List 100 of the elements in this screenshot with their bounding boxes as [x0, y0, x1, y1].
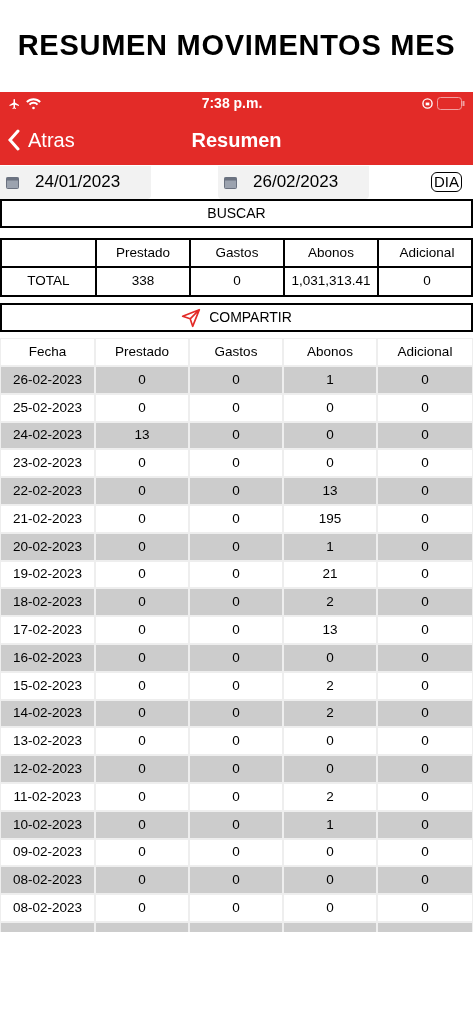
back-button[interactable]: Atras — [8, 125, 75, 155]
table-cell: 0 — [377, 588, 473, 617]
table-cell: 0 — [377, 866, 473, 895]
table-cell: 0 — [377, 810, 473, 839]
table-cell: 0 — [95, 866, 189, 895]
date-field[interactable]: 24/01/2023 — [0, 165, 151, 199]
table-cell: 19-02-2023 — [0, 560, 95, 589]
table-cell: 0 — [377, 671, 473, 700]
calendar-icon — [224, 175, 237, 189]
table-cell: 21 — [283, 560, 377, 589]
table-cell: 0 — [283, 393, 377, 422]
table-cell: 0 — [189, 699, 283, 728]
table-cell: 0 — [283, 449, 377, 478]
table-cell: 21-02-2023 — [0, 505, 95, 533]
table-cell: 0 — [189, 755, 283, 783]
table-cell: 08-02-2023 — [0, 894, 95, 922]
table-cell: 25-02-2023 — [0, 393, 95, 422]
share-button[interactable]: COMPARTIR — [0, 303, 473, 332]
page-title: RESUMEN MOVIMENTOS MES — [17, 28, 456, 64]
table-cell: 0 — [377, 532, 473, 561]
table-cell: 0 — [283, 894, 377, 922]
table-cell: 2 — [283, 782, 377, 811]
battery-icon — [437, 97, 465, 110]
status-time: 7:38 p.m. — [201, 94, 263, 113]
table-cell: 0 — [95, 477, 189, 505]
wifi-icon — [25, 97, 42, 110]
table-cell: 0 — [95, 393, 189, 422]
table-cell: 20-02-2023 — [0, 532, 95, 561]
table-cell: 0 — [377, 505, 473, 533]
calendar-icon — [6, 175, 19, 189]
table-cell: 0 — [189, 588, 283, 617]
table-cell: 0 — [189, 505, 283, 533]
table-header-cell: Gastos — [189, 338, 283, 366]
table-cell: 0 — [189, 477, 283, 505]
table-cell: 0 — [189, 838, 283, 867]
table-cell: 14-02-2023 — [0, 699, 95, 728]
table-cell: 0 — [377, 699, 473, 728]
table-cell: 24-02-2023 — [0, 421, 95, 450]
search-button[interactable]: BUSCAR — [0, 199, 473, 228]
table-header-cell: Adicional — [379, 240, 473, 268]
table-cell: 0 — [377, 560, 473, 589]
table-cell: 0 — [377, 782, 473, 811]
table-cell: 0 — [95, 366, 189, 394]
table-cell: 0 — [377, 616, 473, 644]
table-cell: 195 — [283, 505, 377, 533]
table-cell: 0 — [377, 393, 473, 422]
table-cell: 0 — [377, 894, 473, 922]
table-cell: 0 — [283, 643, 377, 672]
table-cell: 22-02-2023 — [0, 477, 95, 505]
table-cell: 0 — [95, 894, 189, 922]
table-cell: 11-02-2023 — [0, 782, 95, 811]
table-cell: 16-02-2023 — [0, 643, 95, 672]
table-cell: 0 — [95, 643, 189, 672]
table-cell: 0 — [95, 449, 189, 478]
table-cell: 0 — [189, 393, 283, 422]
table-cell: 13 — [95, 421, 189, 450]
table-header-cell: Prestado — [97, 240, 191, 268]
table-cell: 0 — [95, 616, 189, 644]
table-cell: 1 — [283, 366, 377, 394]
table-cell: 0 — [377, 477, 473, 505]
table-cell: 0 — [95, 699, 189, 728]
table-cell: 0 — [95, 671, 189, 700]
table-cell: 09-02-2023 — [0, 838, 95, 867]
date-field[interactable]: 26/02/2023 — [218, 165, 369, 199]
table-cell: 0 — [377, 449, 473, 478]
table-header-cell: Gastos — [191, 240, 285, 268]
table-cell: 2 — [283, 588, 377, 617]
table-cell: 0 — [283, 866, 377, 895]
table-cell: 0 — [283, 727, 377, 756]
table-cell: 0 — [189, 366, 283, 394]
table-cell: 17-02-2023 — [0, 616, 95, 644]
rotation-lock-icon — [422, 98, 433, 109]
table-cell: 0 — [189, 616, 283, 644]
table-cell: 1,031,313.41 — [285, 268, 379, 295]
table-cell: 0 — [189, 894, 283, 922]
table-cell: 0 — [377, 838, 473, 867]
table-cell: 0 — [283, 421, 377, 450]
table-cell: 0 — [95, 838, 189, 867]
chevron-left-icon — [8, 129, 20, 151]
table-cell: 1 — [283, 532, 377, 561]
table-cell: 13 — [283, 616, 377, 644]
table-cell: 0 — [283, 838, 377, 867]
table-cell: 0 — [95, 810, 189, 839]
table-cell: 0 — [189, 810, 283, 839]
table-cell: 10-02-2023 — [0, 810, 95, 839]
table-cell: 2 — [283, 699, 377, 728]
airplane-icon — [8, 97, 21, 110]
table-header-cell: Abonos — [283, 338, 377, 366]
table-cell: 0 — [189, 782, 283, 811]
table-cell: 13-02-2023 — [0, 727, 95, 756]
table-cell: 1 — [283, 810, 377, 839]
table-cell: 0 — [191, 268, 285, 295]
table-cell: 0 — [189, 643, 283, 672]
table-cell: 0 — [283, 755, 377, 783]
table-cell: 0 — [377, 755, 473, 783]
table-cell: 0 — [377, 421, 473, 450]
table-cell: 0 — [95, 755, 189, 783]
table-cell: 23-02-2023 — [0, 449, 95, 478]
day-button[interactable]: DIA — [431, 172, 462, 192]
table-cell: 26-02-2023 — [0, 366, 95, 394]
